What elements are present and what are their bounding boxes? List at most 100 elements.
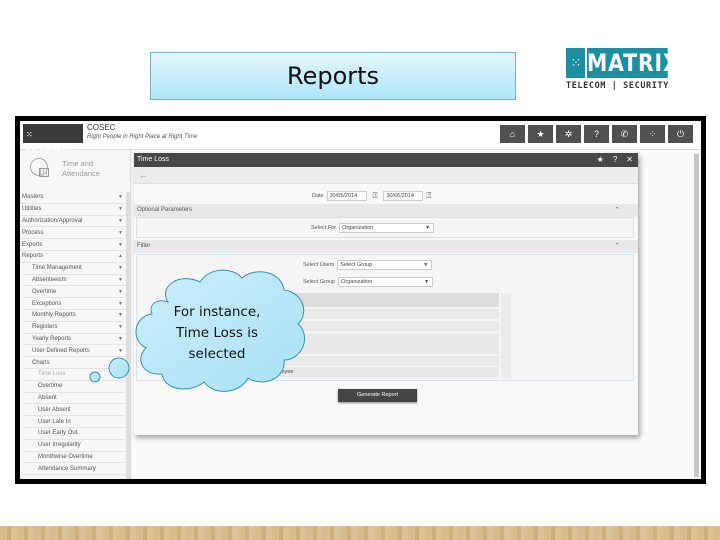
top-toolbar: ⌂ ★ ✲? ✆ ⁘ ⏻ — [500, 125, 693, 143]
phone-button[interactable]: ✆ — [612, 125, 637, 143]
sidebar-item-label: Time Management — [32, 265, 82, 272]
chevron-down-icon[interactable]: ▼ — [118, 348, 123, 354]
chevron-down-icon[interactable]: ▼ — [118, 277, 123, 283]
chevron-down-icon[interactable]: ▼ — [118, 312, 123, 318]
filter-header[interactable]: Filter ⌃ — [134, 240, 638, 253]
select-users-dropdown[interactable]: Select Group ▼ — [337, 260, 433, 270]
sidebar-item-label: Overtime — [32, 288, 57, 295]
sidebar-item-label: Exports — [22, 241, 43, 248]
sidebar-item-label: Time Loss — [38, 371, 66, 378]
generate-report-button[interactable]: Generate Report — [338, 389, 417, 402]
sidebar-item-user-absent[interactable]: User Absent — [24, 404, 130, 417]
calendar-picker-icon-2[interactable]: ⍐ — [426, 191, 431, 201]
sidebar-item-absenteeism[interactable]: Absenteeism ▼ — [24, 275, 130, 287]
app-tagline: Right People in Right Place at Right Tim… — [87, 134, 198, 140]
date-to-input[interactable]: 30/06/2014 — [383, 191, 424, 201]
chevron-down-icon[interactable]: ▼ — [118, 242, 123, 248]
close-icon[interactable]: ✕ — [626, 153, 633, 167]
select-for-dropdown[interactable]: Organization ▼ — [339, 223, 435, 233]
module-label-2: Attendance — [62, 169, 100, 178]
group-list-checkbox-column[interactable] — [501, 293, 511, 378]
sidebar-item-label: Absenteeism — [32, 276, 67, 283]
sidebar: Time and Attendance Masters ▼ Utilities ▼ Aut… — [20, 150, 131, 479]
collapse-caret-icon[interactable]: ⌃ — [614, 204, 620, 217]
sidebar-item-time-management[interactable]: Time Management ▼ — [24, 263, 130, 275]
sidebar-item-user-early-out[interactable]: User Early Out — [24, 428, 130, 440]
sidebar-item-label: Yearly Reports — [32, 335, 72, 342]
chevron-down-icon[interactable]: ▼ — [118, 218, 123, 224]
select-group-dropdown[interactable]: Organization ▼ — [338, 277, 434, 287]
optional-parameters-header[interactable]: Optional Parameters ⌃ — [134, 204, 638, 217]
home-icon: ⌂ — [509, 129, 516, 139]
chevron-down-icon[interactable]: ▼ — [118, 230, 123, 236]
calendar-picker-icon[interactable]: ⍐ — [373, 191, 378, 201]
date-from-input[interactable]: 30/05/2014 — [326, 191, 367, 201]
chevron-down-icon[interactable]: ▼ — [118, 206, 123, 212]
help-button[interactable]: ? — [584, 125, 609, 143]
sidebar-item-user-defined-reports[interactable]: User Defined Reports ▼ — [24, 345, 130, 358]
filter-label: Filter — [137, 243, 151, 249]
module-label-1: Time and — [62, 159, 93, 168]
chevron-down-icon[interactable]: ▼ — [118, 289, 123, 295]
sidebar-item-label: User Late In — [38, 418, 71, 425]
sidebar-item-label: Reports — [22, 253, 44, 260]
optional-parameters-panel: Select For Organization ▼ — [136, 217, 634, 238]
matrix-logo: ⁙ MATRIX TELECOM | SECURITY — [566, 48, 682, 94]
sidebar-item-label: User Irregularity — [38, 442, 81, 449]
sidebar-item-user-late-in[interactable]: User Late In — [24, 416, 130, 428]
chevron-down-icon[interactable]: ▼ — [118, 336, 123, 342]
slide-title-box: Reports — [150, 52, 516, 100]
help-icon: ? — [593, 129, 599, 139]
group-list-item[interactable]: Unassigned employee — [237, 367, 499, 377]
star-icon: ★ — [536, 128, 545, 139]
power-button[interactable]: ⏻ — [668, 125, 693, 143]
chevron-down-icon[interactable]: ▼ — [118, 194, 123, 200]
star-button[interactable]: ★ — [528, 125, 553, 143]
sidebar-item-exports[interactable]: Exports ▼ — [20, 239, 130, 251]
sidebar-item-monthly-reports[interactable]: Monthly Reports ▼ — [24, 310, 130, 322]
chevron-down-icon[interactable]: ▼ — [118, 324, 123, 330]
sidebar-item-authorization-approval[interactable]: Authorization/Approval ▼ — [20, 216, 130, 228]
sidebar-item-label: Authorization/Approval — [22, 217, 83, 224]
back-arrow-icon[interactable]: ← — [134, 167, 638, 184]
sidebar-item-masters[interactable]: Masters ▼ — [20, 192, 130, 204]
sidebar-item-time-loss[interactable]: Time Loss — [24, 369, 130, 381]
sidebar-item-attendance-summary[interactable]: Attendance Summary — [24, 463, 130, 476]
sidebar-item-overtime[interactable]: Overtime — [24, 381, 130, 393]
sidebar-menu: Masters ▼ Utilities ▼ Authorization/Approval… — [20, 192, 130, 476]
sidebar-item-absent[interactable]: Absent — [24, 393, 130, 405]
optional-parameters-label: Optional Parameters — [137, 207, 193, 213]
gear-button[interactable]: ✲ — [556, 125, 581, 143]
help-icon[interactable]: ? — [613, 153, 617, 167]
sidebar-item-yearly-reports[interactable]: Yearly Reports ▼ — [24, 334, 130, 346]
app-brand-logo[interactable]: ⁙MATRIX — [23, 124, 83, 160]
time-loss-dialog: Time Loss ★ ? ✕ ← Date 30/05/2014 ⍐ 30/0… — [134, 153, 638, 435]
chevron-up-icon[interactable]: ▲ — [118, 253, 123, 259]
favorite-star-icon[interactable]: ★ — [597, 153, 604, 167]
sidebar-item-label: User Absent — [38, 406, 71, 413]
sidebar-item-label: Absent — [38, 394, 57, 401]
sidebar-item-charts[interactable]: Charts — [24, 357, 130, 369]
module-time-attendance[interactable]: Time and Attendance — [20, 150, 130, 192]
sidebar-item-label: Masters — [22, 194, 44, 201]
footer-texture-strip — [0, 526, 720, 540]
chevron-down-icon[interactable]: ▼ — [118, 265, 123, 271]
sidebar-scrollbar[interactable] — [126, 192, 130, 479]
app-window: ⁙MATRIX COSEC Right People in Right Plac… — [20, 121, 701, 479]
sidebar-item-reports[interactable]: Reports ▲ — [20, 251, 130, 263]
sidebar-item-monthwise-overtime[interactable]: Monthwise Overtime — [24, 452, 130, 464]
sidebar-item-label: Monthly Reports — [32, 312, 76, 319]
modules-button[interactable]: ⁘ — [640, 125, 665, 143]
chevron-down-icon[interactable]: ▼ — [118, 301, 123, 307]
sidebar-item-process[interactable]: Process ▼ — [20, 227, 130, 240]
sidebar-item-user-irregularity[interactable]: User Irregularity — [24, 440, 130, 452]
collapse-caret-icon[interactable]: ⌃ — [614, 240, 620, 253]
sidebar-item-registers[interactable]: Registers ▼ — [24, 322, 130, 334]
home-button[interactable]: ⌂ — [500, 125, 525, 143]
main-scrollbar[interactable] — [694, 154, 699, 477]
sidebar-item-utilities[interactable]: Utilities ▼ — [20, 204, 130, 216]
sidebar-item-exceptions[interactable]: Exceptions ▼ — [24, 298, 130, 310]
sidebar-item-label: Registers — [32, 324, 58, 331]
callout-text: For instance, Time Loss is selected — [173, 304, 261, 362]
sidebar-item-overtime[interactable]: Overtime ▼ — [24, 286, 130, 299]
